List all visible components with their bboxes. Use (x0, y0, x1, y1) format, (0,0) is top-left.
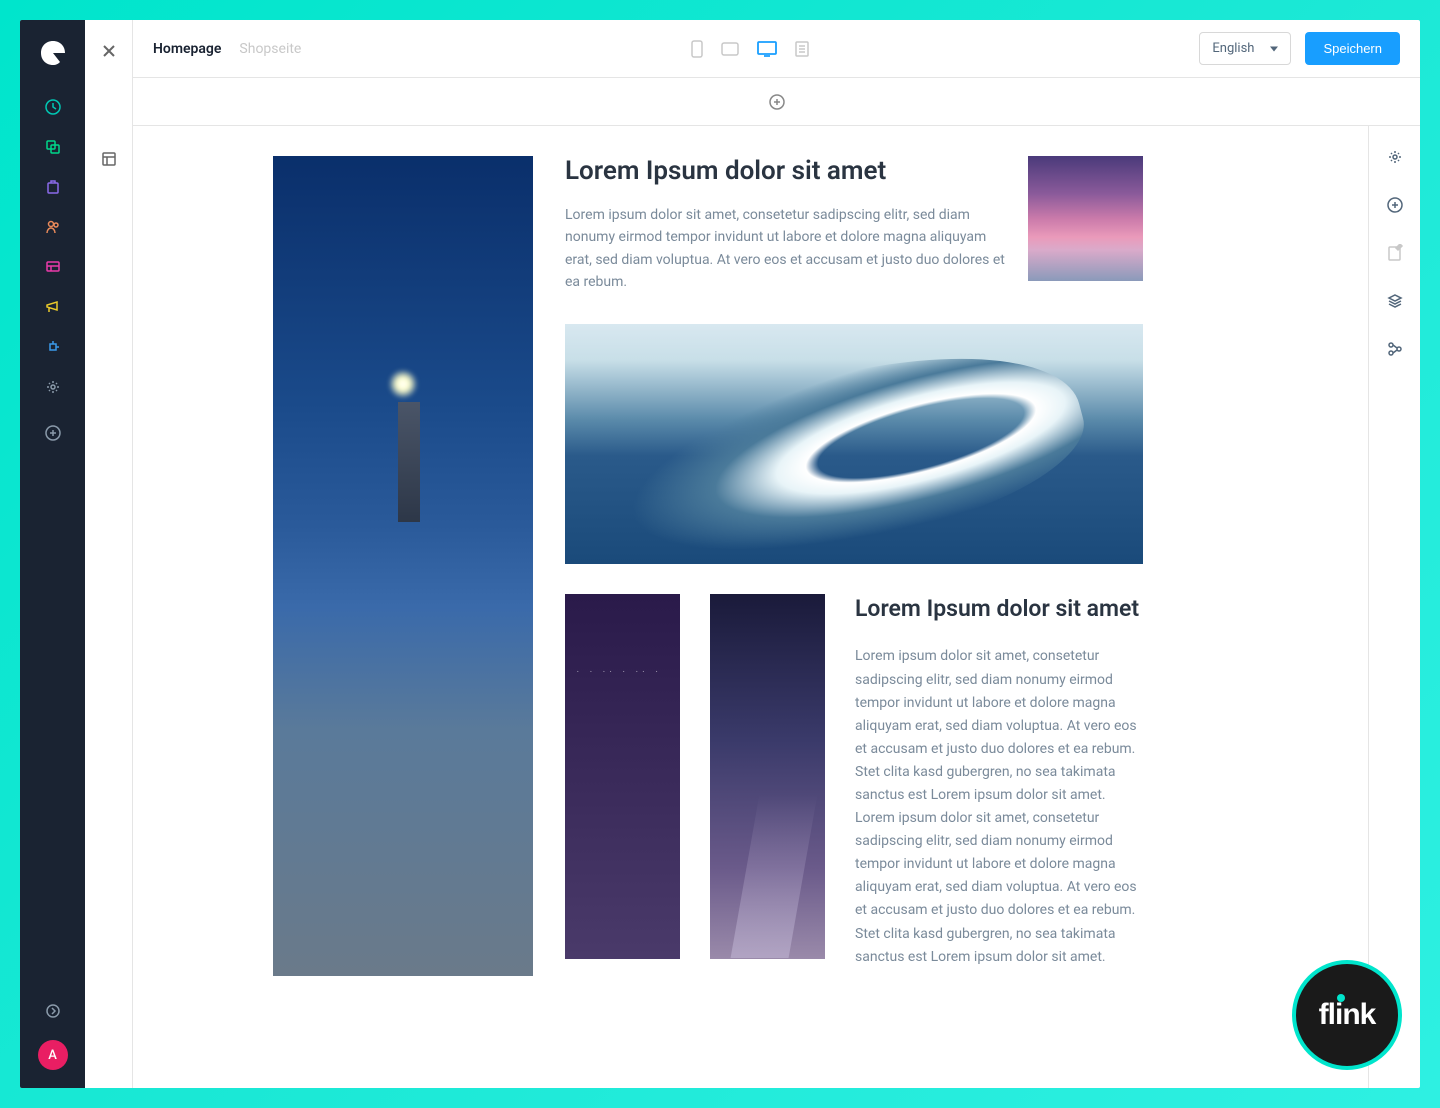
secondary-sidebar (85, 20, 133, 1088)
layers-icon[interactable] (1386, 292, 1404, 310)
image-lighthouse[interactable] (273, 156, 533, 976)
block-toolbar (133, 78, 1420, 126)
block1-heading: Lorem Ipsum dolor sit amet (565, 156, 1008, 186)
dashboard-icon[interactable] (44, 98, 62, 116)
image-stars-left[interactable] (565, 594, 680, 959)
collapse-icon[interactable] (44, 1002, 62, 1020)
layout-icon[interactable] (100, 150, 118, 168)
save-button[interactable]: Speichern (1305, 32, 1400, 65)
language-select[interactable]: English (1199, 32, 1291, 65)
tools-sidebar (1368, 126, 1420, 1088)
block1-body: Lorem ipsum dolor sit amet, consetetur s… (565, 204, 1008, 294)
desktop-viewport-icon[interactable] (756, 40, 778, 58)
close-icon[interactable] (100, 42, 118, 60)
extensions-icon[interactable] (44, 338, 62, 356)
marketing-icon[interactable] (44, 298, 62, 316)
block2-body: Lorem ipsum dolor sit amet, consetetur s… (855, 645, 1143, 968)
text-image-block[interactable]: Lorem Ipsum dolor sit amet Lorem ipsum d… (565, 156, 1143, 294)
breadcrumb-active[interactable]: Homepage (153, 41, 221, 57)
add-block-icon[interactable] (768, 93, 786, 111)
settings-icon[interactable] (44, 378, 62, 396)
tablet-viewport-icon[interactable] (720, 41, 740, 57)
breadcrumb: Homepage Shopseite (153, 41, 301, 57)
customers-icon[interactable] (44, 218, 62, 236)
add-section-icon[interactable] (1386, 196, 1404, 214)
breadcrumb-inactive[interactable]: Shopseite (239, 41, 301, 57)
viewport-switcher (690, 39, 810, 59)
main-area: Homepage Shopseite English Speichern (133, 20, 1420, 1088)
flink-badge[interactable]: flink (1292, 960, 1402, 1070)
orders-icon[interactable] (44, 178, 62, 196)
topbar: Homepage Shopseite English Speichern (133, 20, 1420, 78)
catalog-icon[interactable] (44, 138, 62, 156)
navigator-icon[interactable] (1386, 340, 1404, 358)
form-viewport-icon[interactable] (794, 40, 810, 58)
image-wave[interactable] (565, 324, 1143, 564)
text-block-2[interactable]: Lorem Ipsum dolor sit amet Lorem ipsum d… (855, 594, 1143, 969)
block2-heading: Lorem Ipsum dolor sit amet (855, 594, 1143, 624)
user-avatar[interactable]: A (38, 1040, 68, 1070)
image-stars-right[interactable] (710, 594, 825, 959)
app-logo[interactable] (38, 38, 68, 68)
mobile-viewport-icon[interactable] (690, 39, 704, 59)
flink-badge-text: flink (1319, 998, 1376, 1032)
edit-icon[interactable] (1386, 244, 1404, 262)
add-icon[interactable] (44, 424, 62, 442)
canvas: Lorem Ipsum dolor sit amet Lorem ipsum d… (133, 126, 1368, 1088)
main-nav-sidebar: A (20, 20, 85, 1088)
content-icon[interactable] (44, 258, 62, 276)
image-sunset[interactable] (1028, 156, 1143, 281)
page-settings-icon[interactable] (1386, 148, 1404, 166)
